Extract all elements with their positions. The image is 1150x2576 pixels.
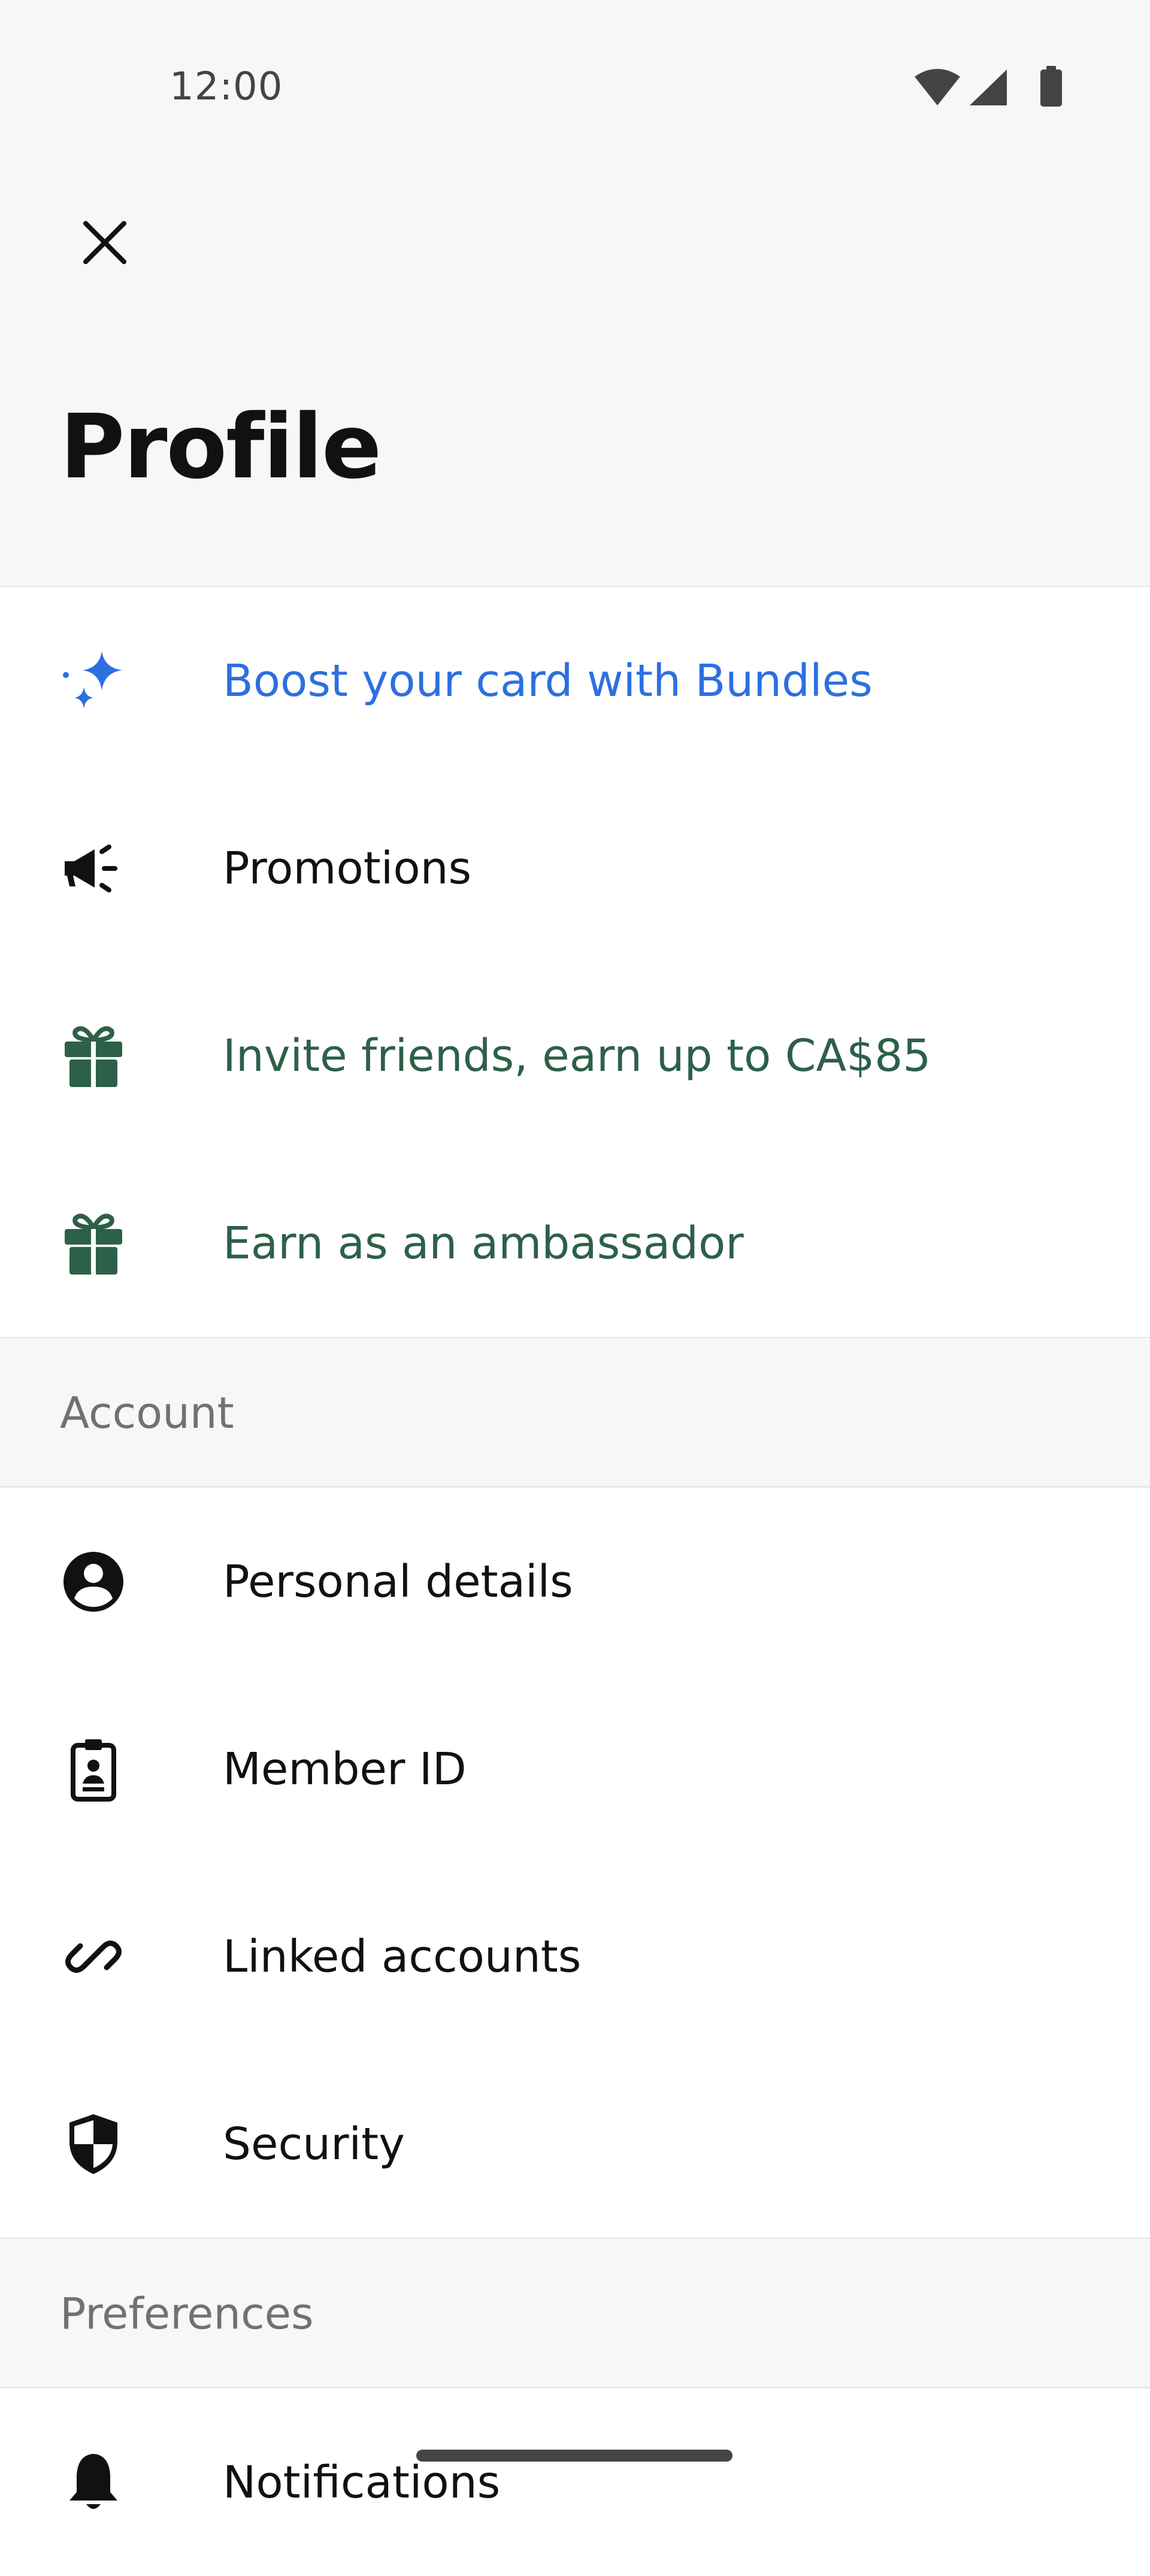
- id-badge-icon: [60, 1736, 127, 1803]
- account-section-header: Account: [0, 1338, 1150, 1488]
- linked-accounts-label: Linked accounts: [223, 1930, 582, 1982]
- megaphone-icon: [60, 835, 127, 902]
- close-button[interactable]: [72, 210, 138, 276]
- preferences-section-title: Preferences: [60, 2289, 314, 2339]
- close-icon: [82, 220, 128, 265]
- account-section-title: Account: [60, 1388, 234, 1438]
- status-icons: [913, 66, 1069, 108]
- gift-icon: [60, 1210, 127, 1277]
- sparkle-icon: [60, 647, 127, 715]
- security-item[interactable]: Security: [0, 2050, 1150, 2238]
- page-title: Profile: [60, 395, 382, 498]
- preferences-section-header: Preferences: [0, 2239, 1150, 2389]
- personal-details-item[interactable]: Personal details: [0, 1488, 1150, 1675]
- link-icon: [60, 1923, 127, 1990]
- notifications-label: Notifications: [223, 2456, 501, 2508]
- user-circle-icon: [60, 1548, 127, 1615]
- gift-icon: [60, 1022, 127, 1089]
- preferences-list: Notifications: [0, 2389, 1150, 2576]
- notifications-item[interactable]: Notifications: [0, 2389, 1150, 2576]
- wifi-icon: [913, 68, 961, 107]
- promotions-item[interactable]: Promotions: [0, 774, 1150, 962]
- battery-icon: [1039, 66, 1063, 107]
- member-id-label: Member ID: [223, 1743, 467, 1795]
- bell-icon: [60, 2449, 127, 2516]
- personal-details-label: Personal details: [223, 1555, 573, 1608]
- ambassador-item[interactable]: Earn as an ambassador: [0, 1149, 1150, 1337]
- promotions-label: Promotions: [223, 842, 472, 894]
- boost-bundles-label: Boost your card with Bundles: [223, 655, 873, 707]
- home-indicator[interactable]: [416, 2450, 733, 2462]
- account-list: Personal details Member ID Linked accoun…: [0, 1488, 1150, 2238]
- invite-friends-item[interactable]: Invite friends, earn up to CA$85: [0, 962, 1150, 1149]
- member-id-item[interactable]: Member ID: [0, 1675, 1150, 1863]
- cellular-signal-icon: [969, 68, 1008, 107]
- invite-friends-label: Invite friends, earn up to CA$85: [223, 1030, 931, 1082]
- security-label: Security: [223, 2118, 405, 2170]
- ambassador-label: Earn as an ambassador: [223, 1217, 744, 1269]
- boost-bundles-item[interactable]: Boost your card with Bundles: [0, 587, 1150, 774]
- promo-list: Boost your card with Bundles Promotions …: [0, 587, 1150, 1337]
- shield-icon: [60, 2111, 127, 2178]
- profile-header: [0, 174, 1150, 587]
- linked-accounts-item[interactable]: Linked accounts: [0, 1863, 1150, 2050]
- status-time: 12:00: [170, 65, 283, 109]
- status-bar: 12:00: [0, 0, 1150, 174]
